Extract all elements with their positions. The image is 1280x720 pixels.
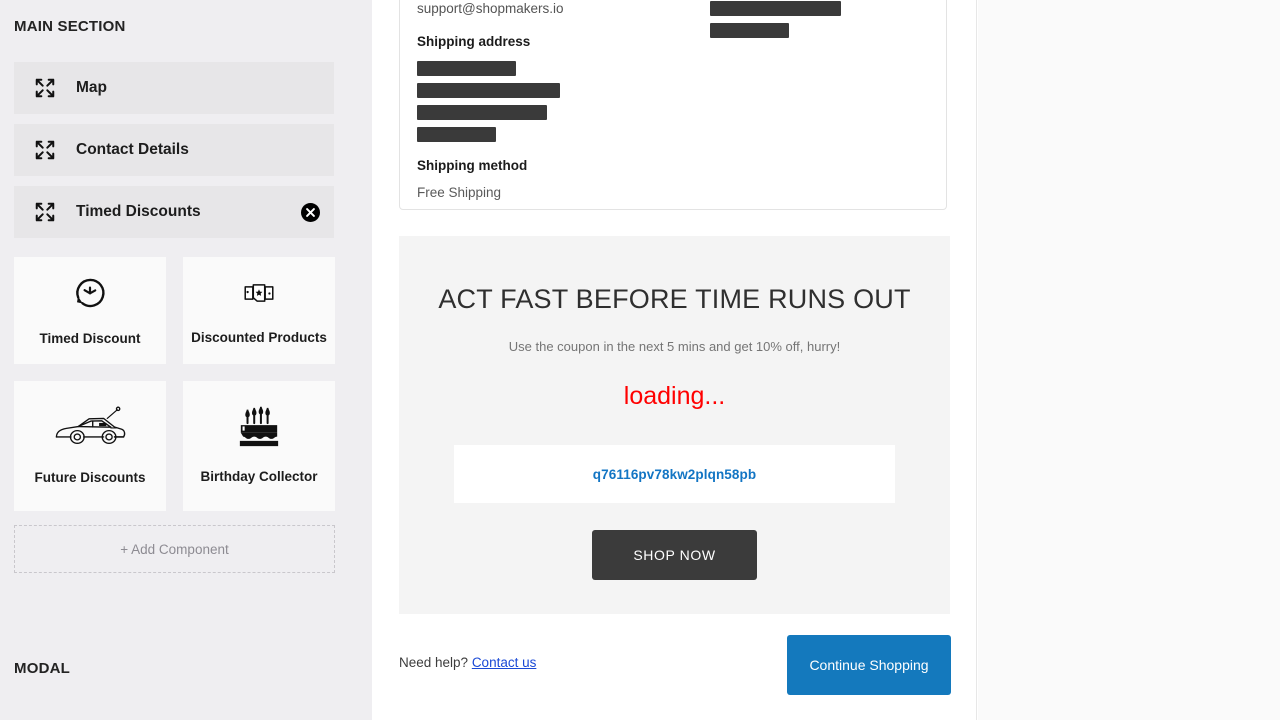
component-palette: Timed Discount Discounted Products Futur… [14,257,335,511]
palette-tile-discounted-products[interactable]: Discounted Products [183,257,335,364]
order-details-left-column: support@shopmakers.io Shipping address S… [417,1,667,200]
sidebar-item-label: Contact Details [76,141,189,158]
coupon-code-box[interactable]: q76116pv78kw2plqn58pb [454,445,895,503]
redacted-block [417,61,516,76]
editor-sidebar: MAIN SECTION Map Contact Details Timed D… [0,0,372,720]
need-help-label: Need help? [399,655,472,670]
palette-tile-timed-discount[interactable]: Timed Discount [14,257,166,364]
sidebar-item-label: Map [76,79,107,96]
move-arrows-icon [34,77,56,99]
checkout-page: support@shopmakers.io Shipping address S… [372,0,977,720]
palette-tile-future-discounts[interactable]: Future Discounts [14,381,166,511]
move-arrows-icon [34,201,56,223]
preview-area: support@shopmakers.io Shipping address S… [372,0,1280,720]
redacted-block [417,127,496,142]
coupon-code[interactable]: q76116pv78kw2plqn58pb [593,467,756,482]
modal-section-heading: MODAL [14,660,70,677]
shop-now-button[interactable]: SHOP NOW [592,530,757,580]
sidebar-item-map[interactable]: Map [14,62,334,114]
redacted-block [710,1,841,16]
clock-rotate-icon [70,273,110,318]
preview-page-gutter [978,0,1280,720]
move-arrows-icon [34,139,56,161]
need-help-text: Need help? Contact us [399,655,536,670]
palette-tile-label: Birthday Collector [200,469,318,485]
delorean-car-icon [51,404,129,455]
palette-tile-label: Future Discounts [34,470,146,486]
discount-cards-icon [240,274,278,317]
continue-shopping-button[interactable]: Continue Shopping [787,635,951,695]
main-section-heading: MAIN SECTION [14,18,126,35]
order-redacted-right-column [710,0,950,45]
redacted-block [417,105,547,120]
sidebar-item-contact-details[interactable]: Contact Details [14,124,334,176]
remove-component-close-icon[interactable] [301,202,320,222]
sidebar-item-label: Timed Discounts [76,203,201,220]
promo-title: ACT FAST BEFORE TIME RUNS OUT [438,284,911,314]
birthday-cake-icon [236,405,282,454]
component-list: Map Contact Details Timed Discounts [14,62,334,248]
add-component-button[interactable]: + Add Component [14,525,335,573]
shipping-method-heading: Shipping method [417,158,528,173]
palette-tile-label: Discounted Products [191,329,327,345]
shipping-method-value: Free Shipping [417,185,502,200]
timed-discount-promo-panel: ACT FAST BEFORE TIME RUNS OUT Use the co… [399,236,950,614]
palette-tile-birthday-collector[interactable]: Birthday Collector [183,381,335,511]
add-component-label: + Add Component [120,541,229,557]
redacted-block [417,83,560,98]
countdown-timer: loading... [623,382,726,410]
order-summary-card: support@shopmakers.io Shipping address S… [399,0,947,210]
palette-tile-label: Timed Discount [39,330,141,346]
sidebar-item-timed-discounts[interactable]: Timed Discounts [14,186,334,238]
promo-subtitle: Use the coupon in the next 5 mins and ge… [508,339,841,354]
shipping-address-heading: Shipping address [417,34,531,49]
support-email: support@shopmakers.io [417,1,564,16]
shipping-address-redacted [417,61,667,142]
redacted-block [710,23,789,38]
contact-us-link[interactable]: Contact us [472,655,537,670]
